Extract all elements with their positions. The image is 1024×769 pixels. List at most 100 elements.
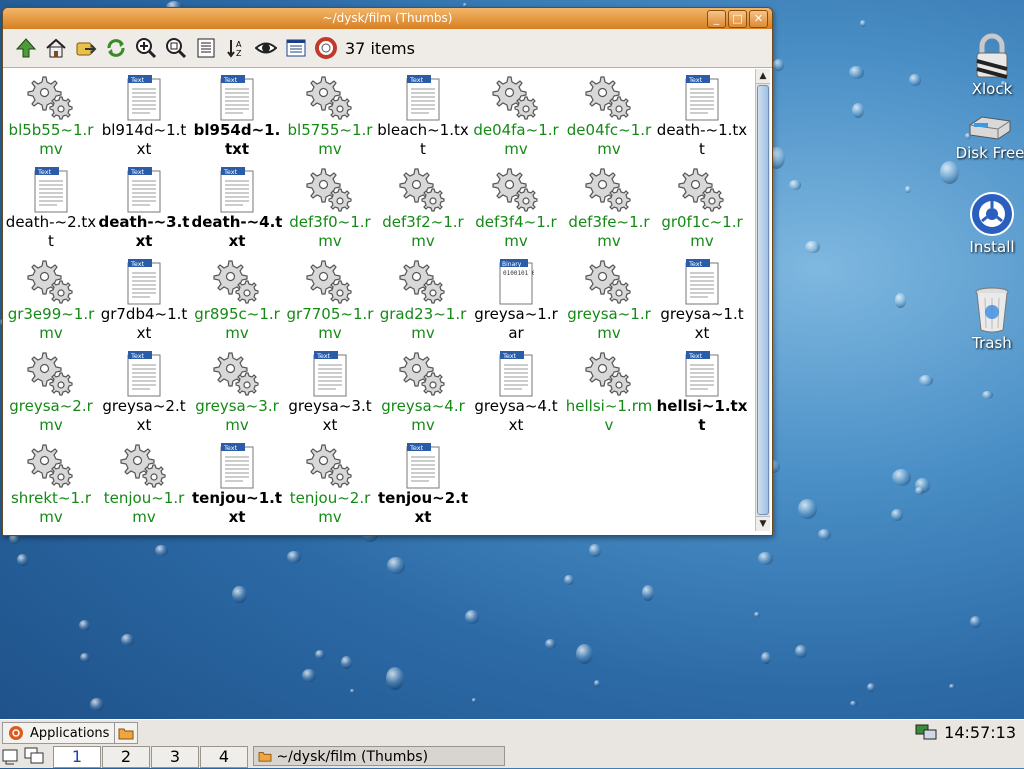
file-item[interactable]: gr3e99~1.rmv <box>5 255 97 347</box>
file-item[interactable]: grad23~1.rmv <box>377 255 469 347</box>
file-name: tenjou~1.rmv <box>103 489 185 526</box>
desktop-icon-label: Disk Free <box>955 144 1024 162</box>
refresh-button[interactable] <box>101 34 131 62</box>
file-item[interactable]: Text greysa~1.txt <box>656 255 748 347</box>
file-item[interactable]: bl5b55~1.rmv <box>5 71 97 163</box>
file-name: death-~4.txt <box>191 213 283 250</box>
file-item[interactable]: Text bleach~1.txt <box>377 71 469 163</box>
desktop-icon-xlock[interactable]: Xlock <box>952 32 1024 98</box>
zoom-in-button[interactable] <box>131 34 161 62</box>
file-item[interactable]: tenjou~2.rmv <box>284 439 376 531</box>
video-file-gears-icon <box>377 163 469 213</box>
water-drop <box>545 638 557 649</box>
file-item[interactable]: Text death-~3.txt <box>98 163 190 255</box>
file-item[interactable]: def3f2~1.rmv <box>377 163 469 255</box>
scroll-up-arrow[interactable]: ▲ <box>756 69 770 84</box>
file-item[interactable]: Text tenjou~1.txt <box>191 439 283 531</box>
file-item[interactable]: Binary 0100101 0011100 1011101 1110001 gre… <box>470 255 562 347</box>
file-item[interactable]: bl5755~1.rmv <box>284 71 376 163</box>
workspace-2[interactable]: 2 <box>102 746 150 768</box>
text-file-icon: Text <box>656 71 748 121</box>
desktop-icon-disk-free[interactable]: Disk Free <box>950 112 1024 162</box>
file-name: shrekt~1.rmv <box>10 489 91 526</box>
zoom-fit-button[interactable] <box>161 34 191 62</box>
close-button[interactable]: ✕ <box>749 10 768 28</box>
scroll-thumb[interactable] <box>757 85 769 515</box>
applications-menu-button[interactable]: Applications <box>2 722 116 744</box>
file-item[interactable]: def3f0~1.rmv <box>284 163 376 255</box>
text-file-icon: Text <box>284 347 376 397</box>
file-item[interactable]: tenjou~1.rmv <box>98 439 190 531</box>
window-list-button[interactable] <box>24 747 46 765</box>
file-item[interactable]: de04fa~1.rmv <box>470 71 562 163</box>
file-item[interactable]: gr895c~1.rmv <box>191 255 283 347</box>
water-drop <box>301 668 316 682</box>
file-name: gr7db4~1.txt <box>100 305 188 342</box>
file-name: de04fa~1.rmv <box>473 121 559 158</box>
folder-arrow-icon <box>76 42 97 56</box>
file-item[interactable]: Text bl914d~1.txt <box>98 71 190 163</box>
file-item[interactable]: def3fe~1.rmv <box>563 163 655 255</box>
file-item[interactable]: Text bl954d~1.txt <box>191 71 283 163</box>
water-drop <box>575 644 594 665</box>
goto-button[interactable] <box>71 34 101 62</box>
file-item[interactable]: def3f4~1.rmv <box>470 163 562 255</box>
folder-launcher[interactable] <box>114 722 138 744</box>
clock[interactable]: 14:57:13 <box>944 723 1016 742</box>
window-titlebar[interactable]: ~/dysk/film (Thumbs) _ □ ✕ <box>3 8 772 29</box>
scroll-down-arrow[interactable]: ▼ <box>756 516 770 531</box>
file-item[interactable]: gr7705~1.rmv <box>284 255 376 347</box>
up-button[interactable] <box>11 34 41 62</box>
file-item[interactable]: de04fc~1.rmv <box>563 71 655 163</box>
desktop-icon-trash[interactable]: Trash <box>952 286 1024 352</box>
video-file-gears-icon <box>98 439 190 489</box>
text-badge: Text <box>37 168 52 176</box>
file-item[interactable]: greysa~2.rmv <box>5 347 97 439</box>
file-item[interactable]: Text hellsi~1.txt <box>656 347 748 439</box>
text-file-icon: Text <box>656 347 748 397</box>
taskbar-item-file-manager[interactable]: ~/dysk/film (Thumbs) <box>253 746 505 766</box>
show-desktop-button[interactable] <box>2 747 20 765</box>
file-item[interactable]: Text greysa~2.txt <box>98 347 190 439</box>
file-item[interactable]: Text tenjou~2.txt <box>377 439 469 531</box>
network-status-icon[interactable] <box>914 723 938 745</box>
show-hidden-button[interactable] <box>251 34 281 62</box>
workspace-3[interactable]: 3 <box>151 746 199 768</box>
water-drop <box>804 240 820 254</box>
file-name: hellsi~1.txt <box>656 397 748 434</box>
vertical-scrollbar[interactable]: ▲ ▼ <box>755 69 770 531</box>
water-drop <box>891 508 904 521</box>
water-drop <box>90 698 104 712</box>
water-drop <box>915 477 931 493</box>
file-item[interactable]: greysa~1.rmv <box>563 255 655 347</box>
sort-button[interactable]: AZ <box>221 34 251 62</box>
file-item[interactable]: Text death-~4.txt <box>191 163 283 255</box>
file-item[interactable]: Text death-~1.txt <box>656 71 748 163</box>
water-drop <box>641 584 655 602</box>
file-name: bl954d~1.txt <box>193 121 281 158</box>
help-button[interactable] <box>311 34 341 62</box>
file-item[interactable]: Text gr7db4~1.txt <box>98 255 190 347</box>
file-item[interactable]: greysa~3.rmv <box>191 347 283 439</box>
home-button[interactable] <box>41 34 71 62</box>
sort-icon: AZ <box>227 40 242 58</box>
details-view-button[interactable] <box>191 34 221 62</box>
file-item[interactable]: shrekt~1.rmv <box>5 439 97 531</box>
maximize-button[interactable]: □ <box>728 10 747 28</box>
desktop-icon-install[interactable]: Install <box>952 190 1024 256</box>
file-item[interactable]: Text greysa~3.txt <box>284 347 376 439</box>
file-item[interactable]: gr0f1c~1.rmv <box>656 163 748 255</box>
minimize-button[interactable]: _ <box>707 10 726 28</box>
file-item[interactable]: Text greysa~4.txt <box>470 347 562 439</box>
workspace-1[interactable]: 1 <box>53 746 101 768</box>
svg-text:A: A <box>236 40 242 49</box>
file-item[interactable]: hellsi~1.rmv <box>563 347 655 439</box>
show-desktop-icon <box>2 749 18 765</box>
video-file-gears-icon <box>284 255 376 305</box>
file-item[interactable]: Text death-~2.txt <box>5 163 97 255</box>
view-options-button[interactable] <box>281 34 311 62</box>
install-icon <box>952 190 1024 238</box>
water-drop <box>386 666 405 690</box>
file-item[interactable]: greysa~4.rmv <box>377 347 469 439</box>
workspace-4[interactable]: 4 <box>200 746 248 768</box>
